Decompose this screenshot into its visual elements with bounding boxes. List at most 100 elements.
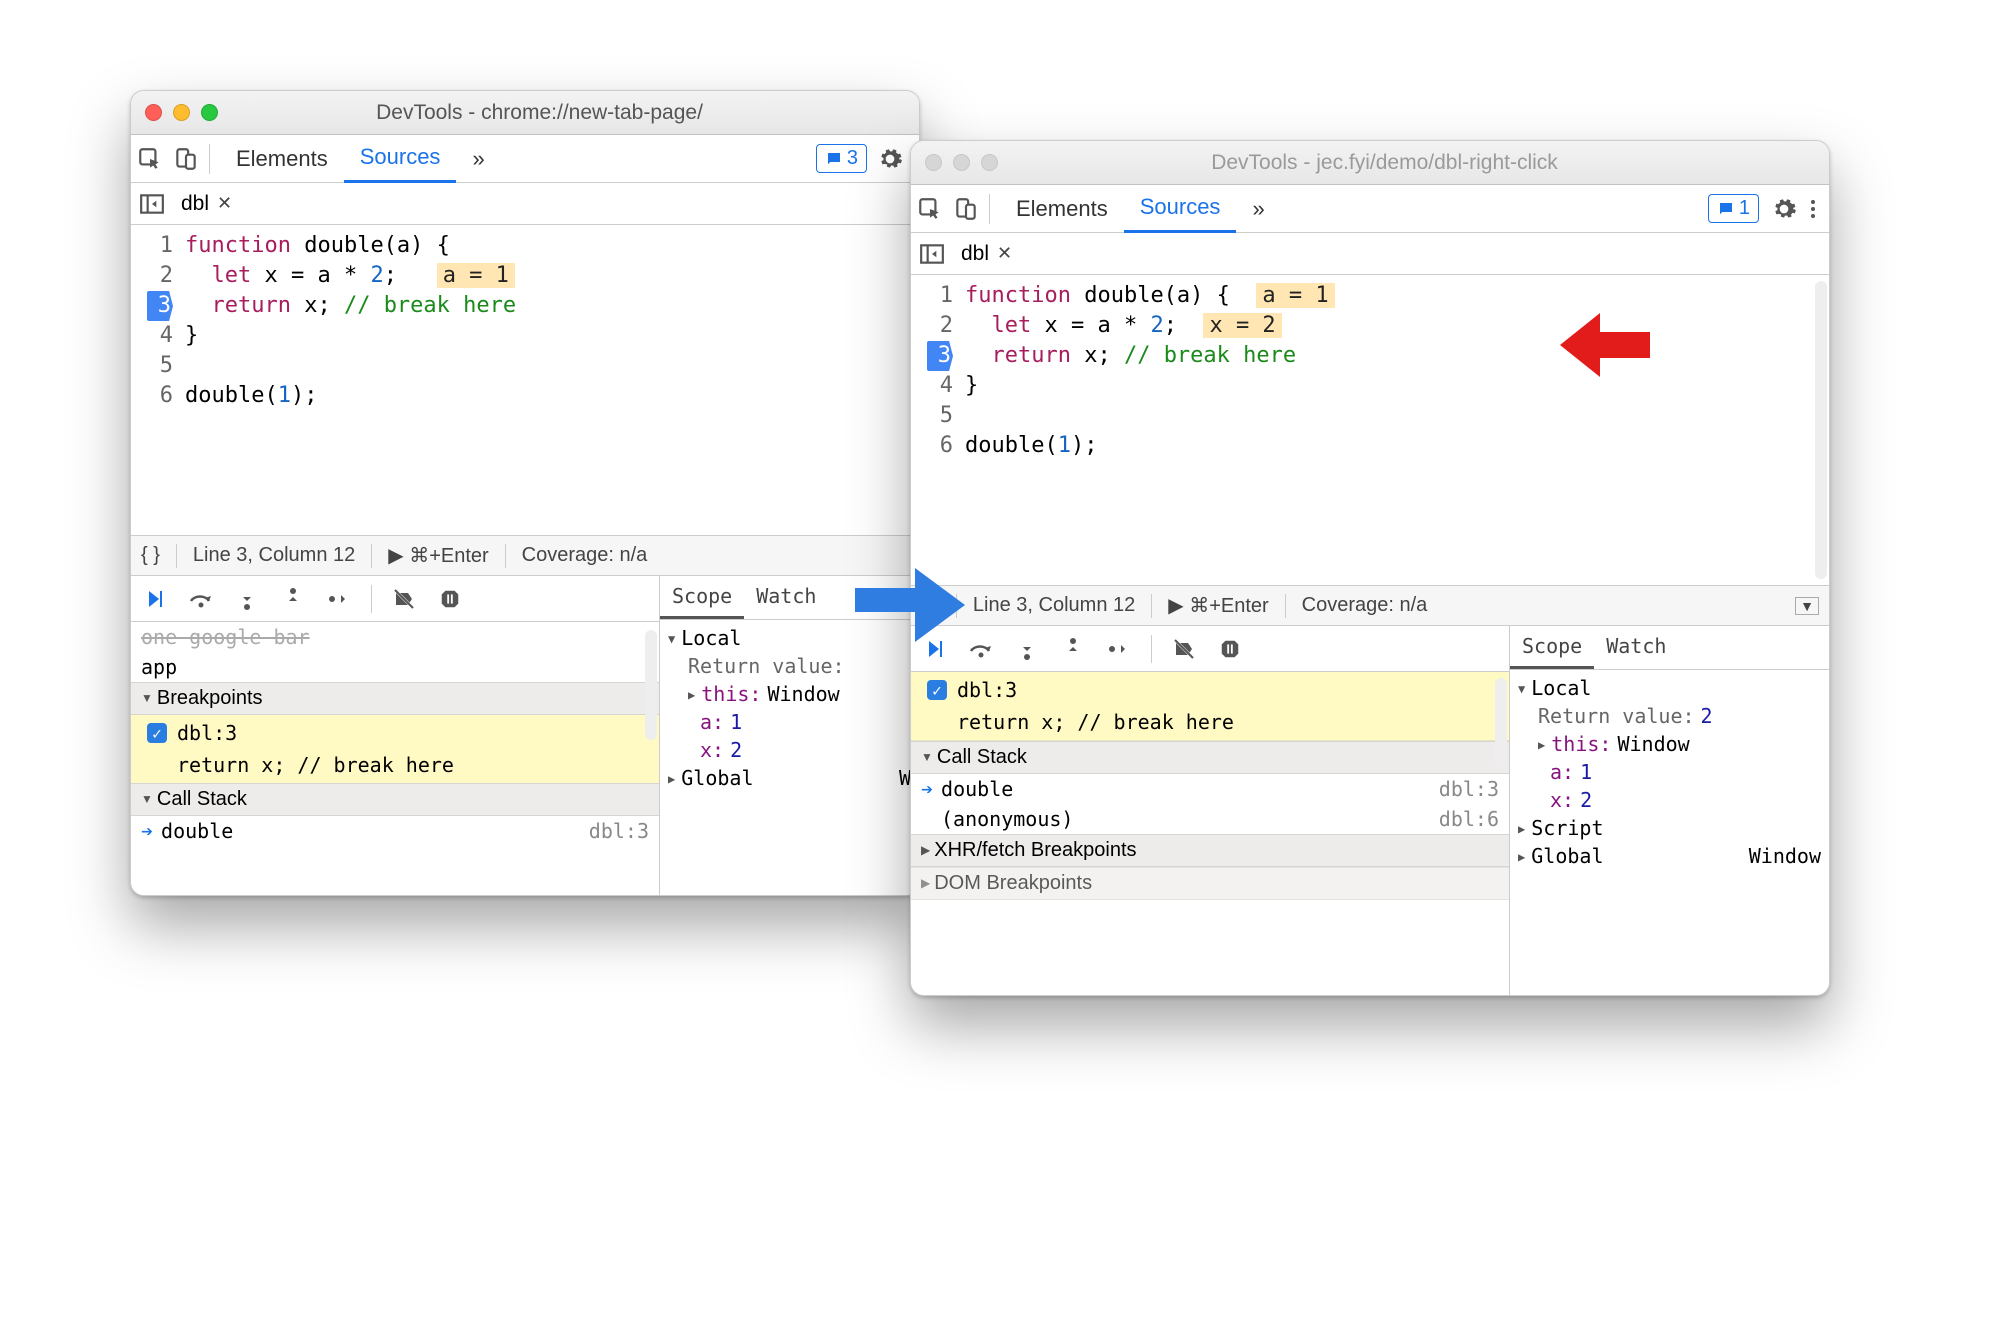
minimize-dot[interactable]: [953, 154, 970, 171]
scope-global[interactable]: GlobalW: [666, 764, 913, 792]
tab-sources[interactable]: Sources: [344, 134, 457, 183]
debugger-panels: ✓dbl:3 return x; // break here Call Stac…: [911, 625, 1829, 995]
callstack-frame[interactable]: ➔ doubledbl:3: [911, 774, 1509, 804]
step-over-icon[interactable]: [967, 635, 995, 663]
callstack-header[interactable]: Call Stack: [131, 783, 659, 816]
inline-hint: x = 2: [1203, 313, 1281, 338]
resume-icon[interactable]: [141, 585, 169, 613]
close-dot[interactable]: [925, 154, 942, 171]
scope-var-a: a: 1: [666, 708, 913, 736]
step-into-icon[interactable]: [1013, 635, 1041, 663]
list-item[interactable]: one google bar: [131, 622, 659, 652]
tabs-overflow[interactable]: »: [1236, 186, 1280, 232]
issues-count: 1: [1739, 197, 1750, 220]
list-item[interactable]: app: [131, 652, 659, 682]
maximize-dot[interactable]: [201, 104, 218, 121]
xhr-breakpoints-header[interactable]: XHR/fetch Breakpoints: [911, 834, 1509, 867]
run-snippet[interactable]: ▶ ⌘+Enter: [1168, 593, 1268, 618]
step-into-icon[interactable]: [233, 585, 261, 613]
line-gutter[interactable]: 123456: [131, 225, 183, 535]
scope-var-a: a: 1: [1516, 758, 1823, 786]
run-snippet[interactable]: ▶ ⌘+Enter: [388, 543, 488, 568]
issues-count: 3: [847, 147, 858, 170]
line-gutter[interactable]: 123456: [911, 275, 963, 585]
pause-exceptions-icon[interactable]: [436, 585, 464, 613]
dom-breakpoints-header[interactable]: DOM Breakpoints: [911, 867, 1509, 900]
coverage-status: Coverage: n/a: [522, 544, 648, 567]
coverage-status: Coverage: n/a: [1302, 594, 1428, 617]
settings-gear-icon[interactable]: [877, 146, 903, 172]
file-tab-dbl[interactable]: dbl ✕: [955, 238, 1018, 270]
file-tab-dbl[interactable]: dbl ✕: [175, 188, 238, 220]
maximize-dot[interactable]: [981, 154, 998, 171]
tab-elements[interactable]: Elements: [1000, 186, 1124, 232]
inspect-icon[interactable]: [917, 196, 943, 222]
step-icon[interactable]: [1105, 635, 1133, 663]
pause-exceptions-icon[interactable]: [1216, 635, 1244, 663]
file-tabs: dbl ✕: [131, 183, 919, 225]
scrollbar[interactable]: [1815, 281, 1827, 579]
deactivate-breakpoints-icon[interactable]: [1170, 635, 1198, 663]
close-dot[interactable]: [145, 104, 162, 121]
callstack-frame[interactable]: (anonymous)dbl:6: [911, 804, 1509, 834]
scope-global[interactable]: GlobalWindow: [1516, 842, 1823, 870]
deactivate-breakpoints-icon[interactable]: [390, 585, 418, 613]
code-editor[interactable]: 123456 function double(a) { let x = a * …: [131, 225, 919, 535]
device-toggle-icon[interactable]: [953, 196, 979, 222]
inspect-icon[interactable]: [137, 146, 163, 172]
window-traffic-lights[interactable]: [145, 104, 218, 121]
checkbox-icon[interactable]: ✓: [147, 723, 167, 743]
breakpoint-item[interactable]: ✓dbl:3 return x; // break here: [911, 672, 1509, 741]
close-icon[interactable]: ✕: [997, 243, 1012, 264]
navigator-toggle-icon[interactable]: [139, 193, 165, 215]
step-icon[interactable]: [325, 585, 353, 613]
scope-this[interactable]: this: Window: [1516, 730, 1823, 758]
breakpoint-item[interactable]: ✓dbl:3 return x; // break here: [131, 715, 659, 783]
code-content[interactable]: function double(a) { a = 1 let x = a * 2…: [963, 275, 1829, 585]
issues-badge[interactable]: 3: [816, 144, 867, 173]
tabs-overflow[interactable]: »: [456, 136, 500, 182]
scope-return: Return value:: [666, 652, 913, 680]
tab-elements[interactable]: Elements: [220, 136, 344, 182]
scope-panel: Scope Watch Local Return value: 2 this: …: [1509, 626, 1829, 995]
devtools-window-left: DevTools - chrome://new-tab-page/ Elemen…: [130, 90, 920, 896]
scope-local[interactable]: Local: [1516, 674, 1823, 702]
tab-watch[interactable]: Watch: [744, 576, 828, 619]
scope-this[interactable]: this: Window: [666, 680, 913, 708]
file-tabs: dbl ✕: [911, 233, 1829, 275]
device-toggle-icon[interactable]: [173, 146, 199, 172]
callstack-frame[interactable]: ➔ double dbl:3: [131, 816, 659, 846]
titlebar[interactable]: DevTools - jec.fyi/demo/dbl-right-click: [911, 141, 1829, 185]
minimize-dot[interactable]: [173, 104, 190, 121]
devtools-toolbar: Elements Sources » 3: [131, 135, 919, 183]
checkbox-icon[interactable]: ✓: [927, 680, 947, 700]
step-out-icon[interactable]: [1059, 635, 1087, 663]
tab-scope[interactable]: Scope: [1510, 626, 1594, 669]
more-menu-icon[interactable]: [1809, 197, 1817, 221]
window-traffic-lights[interactable]: [925, 154, 998, 171]
code-content[interactable]: function double(a) { let x = a * 2; a = …: [183, 225, 919, 535]
scope-script[interactable]: Script: [1516, 814, 1823, 842]
callstack-header[interactable]: Call Stack: [911, 741, 1509, 774]
titlebar[interactable]: DevTools - chrome://new-tab-page/: [131, 91, 919, 135]
step-out-icon[interactable]: [279, 585, 307, 613]
debugger-left: one google bar app Breakpoints ✓dbl:3 re…: [131, 576, 659, 895]
scope-return: Return value: 2: [1516, 702, 1823, 730]
tab-watch[interactable]: Watch: [1594, 626, 1678, 669]
scope-tabs: Scope Watch: [1510, 626, 1829, 670]
issues-badge[interactable]: 1: [1708, 194, 1759, 223]
scrollbar[interactable]: [645, 630, 657, 740]
tab-scope[interactable]: Scope: [660, 576, 744, 619]
step-over-icon[interactable]: [187, 585, 215, 613]
code-editor[interactable]: 123456 function double(a) { a = 1 let x …: [911, 275, 1829, 585]
breakpoints-header[interactable]: Breakpoints: [131, 682, 659, 715]
debugger-controls: [131, 576, 659, 622]
pretty-print-icon[interactable]: { }: [141, 544, 160, 567]
scrollbar[interactable]: [1495, 678, 1507, 768]
sidebar-toggle-icon[interactable]: ▼: [1795, 597, 1819, 615]
settings-gear-icon[interactable]: [1771, 196, 1797, 222]
navigator-toggle-icon[interactable]: [919, 243, 945, 265]
close-icon[interactable]: ✕: [217, 193, 232, 214]
devtools-toolbar: Elements Sources » 1: [911, 185, 1829, 233]
tab-sources[interactable]: Sources: [1124, 184, 1237, 233]
